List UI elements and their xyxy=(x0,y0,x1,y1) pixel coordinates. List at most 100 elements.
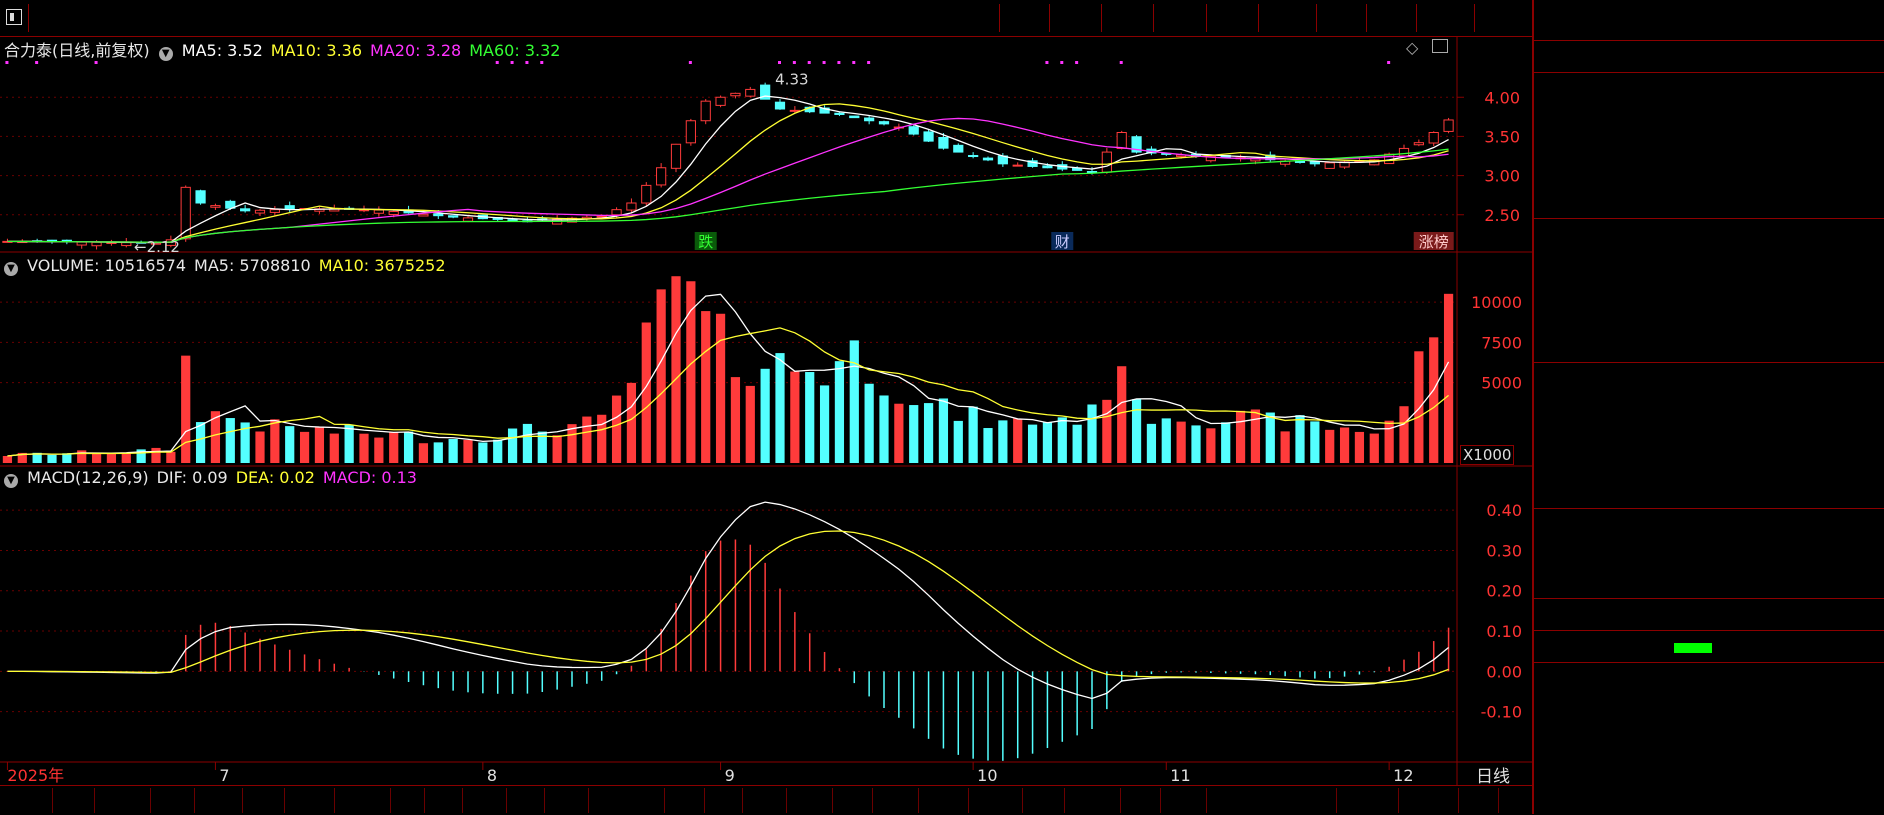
time-label: 10 xyxy=(977,766,997,785)
volume-bar xyxy=(938,398,949,463)
candle-body xyxy=(254,209,266,214)
volume-bar xyxy=(1295,415,1305,463)
volume-bar xyxy=(1146,423,1157,463)
volume-bar xyxy=(611,395,622,463)
volume-bar xyxy=(255,431,265,463)
indicator-tab-18[interactable] xyxy=(832,786,872,815)
indicator-tab-23[interactable] xyxy=(1064,786,1120,815)
window-toggle-icon[interactable] xyxy=(1432,39,1448,53)
bottom-right-button-1[interactable] xyxy=(1400,786,1452,815)
macd-tick-label: 0.30 xyxy=(1486,541,1522,560)
indicator-tab-19[interactable] xyxy=(872,786,918,815)
indicator-tab-6[interactable] xyxy=(284,786,334,815)
window-menu-icon[interactable] xyxy=(6,9,22,25)
indicator-tab-8[interactable] xyxy=(390,786,424,815)
volume-bar xyxy=(1072,424,1082,463)
candle-body xyxy=(938,136,949,149)
candle-body xyxy=(1042,165,1053,169)
volume-bar xyxy=(1102,399,1112,463)
indicator-tab-0[interactable] xyxy=(4,786,52,815)
indicator-tab-9[interactable] xyxy=(424,786,462,815)
bottom-right-button-3[interactable] xyxy=(1500,786,1530,815)
indicator-tab-3[interactable] xyxy=(150,786,194,815)
volume-bar xyxy=(849,340,859,463)
volume-bar xyxy=(493,439,503,463)
candle-body xyxy=(611,209,622,216)
vol-ma10-line xyxy=(7,327,1449,457)
volume-bar xyxy=(195,422,206,463)
candle-body xyxy=(388,210,399,216)
volume-bar xyxy=(1027,424,1038,463)
event-dot xyxy=(792,61,796,64)
indicator-tab-2[interactable] xyxy=(94,786,150,815)
volume-bar xyxy=(522,423,533,463)
volume-bar xyxy=(344,424,354,463)
indicator-tab-25[interactable] xyxy=(1160,786,1206,815)
chevron-down-icon[interactable]: ▼ xyxy=(4,262,18,276)
volume-bar xyxy=(389,432,399,463)
volume-bar xyxy=(166,451,176,463)
volume-bar xyxy=(909,405,919,463)
indicator-tab-20[interactable] xyxy=(918,786,968,815)
indicator-tab-21[interactable] xyxy=(968,786,1022,815)
volume-bar xyxy=(47,454,57,463)
chevron-down-icon[interactable]: ▼ xyxy=(4,474,18,488)
volume-bar xyxy=(448,439,458,463)
indicator-tab-17[interactable] xyxy=(786,786,832,815)
indicator-tab-24[interactable] xyxy=(1120,786,1160,815)
bottom-right-button-2[interactable] xyxy=(1460,786,1494,815)
volume-bar xyxy=(106,453,117,463)
volume-bar xyxy=(1443,293,1454,463)
indicator-tab-22[interactable] xyxy=(1022,786,1064,815)
candle-body xyxy=(864,117,875,122)
indicator-tab-13[interactable] xyxy=(588,786,664,815)
indicator-tab-12[interactable] xyxy=(544,786,588,815)
bottom-right-button-0[interactable] xyxy=(1338,786,1394,815)
candle-body xyxy=(700,100,711,122)
volume-bar xyxy=(91,453,102,463)
dea-line xyxy=(7,530,1449,684)
indicator-tab-7[interactable] xyxy=(334,786,390,815)
volume-bar xyxy=(463,439,473,463)
candle-body xyxy=(76,241,87,246)
vol-ma5-line xyxy=(7,293,1450,457)
indicator-tab-16[interactable] xyxy=(742,786,786,815)
volume-bar xyxy=(1191,425,1201,463)
event-dot xyxy=(867,61,871,64)
candle-body xyxy=(849,115,860,119)
indicator-tab-15[interactable] xyxy=(704,786,742,815)
indicator-tab-11[interactable] xyxy=(506,786,544,815)
candle-body xyxy=(195,190,206,204)
candle-body xyxy=(789,109,800,112)
event-dot xyxy=(5,61,9,64)
candle-body xyxy=(121,242,132,247)
diamond-icon[interactable]: ◇ xyxy=(1406,38,1418,57)
indicator-tab-14[interactable] xyxy=(664,786,704,815)
volume-bar xyxy=(775,353,785,463)
main-flow-bar xyxy=(1674,643,1712,653)
event-dot xyxy=(837,61,841,64)
indicator-tab-5[interactable] xyxy=(242,786,284,815)
candle-body xyxy=(745,88,756,97)
candle-body xyxy=(210,205,221,208)
candle-body xyxy=(878,121,890,125)
event-dot xyxy=(1387,61,1391,64)
legend-value: MACD: 0.13 xyxy=(322,468,417,487)
candle-body xyxy=(1428,132,1439,144)
kline-chart-svg[interactable]: 2.50 3.00 3.50 4.00 5000 7500 10000 -0.10 0.00 0.… xyxy=(0,0,1532,814)
volume-bar xyxy=(62,453,72,463)
indicator-tab-10[interactable] xyxy=(462,786,506,815)
indicator-tab-4[interactable] xyxy=(194,786,242,815)
volume-bar xyxy=(983,428,993,463)
chevron-down-icon[interactable]: ▼ xyxy=(158,47,173,61)
volume-bar xyxy=(285,426,295,463)
candle-body xyxy=(670,143,682,169)
event-marker-label: 跌 xyxy=(698,233,713,251)
candle-body xyxy=(91,241,102,247)
candle-body xyxy=(968,155,979,158)
candle-body xyxy=(240,208,251,212)
candle-body xyxy=(953,144,964,153)
event-dot xyxy=(1075,61,1079,64)
chart-panel[interactable]: 2.50 3.00 3.50 4.00 5000 7500 10000 -0.10 0.00 0.… xyxy=(0,0,1532,814)
indicator-tab-1[interactable] xyxy=(52,786,94,815)
